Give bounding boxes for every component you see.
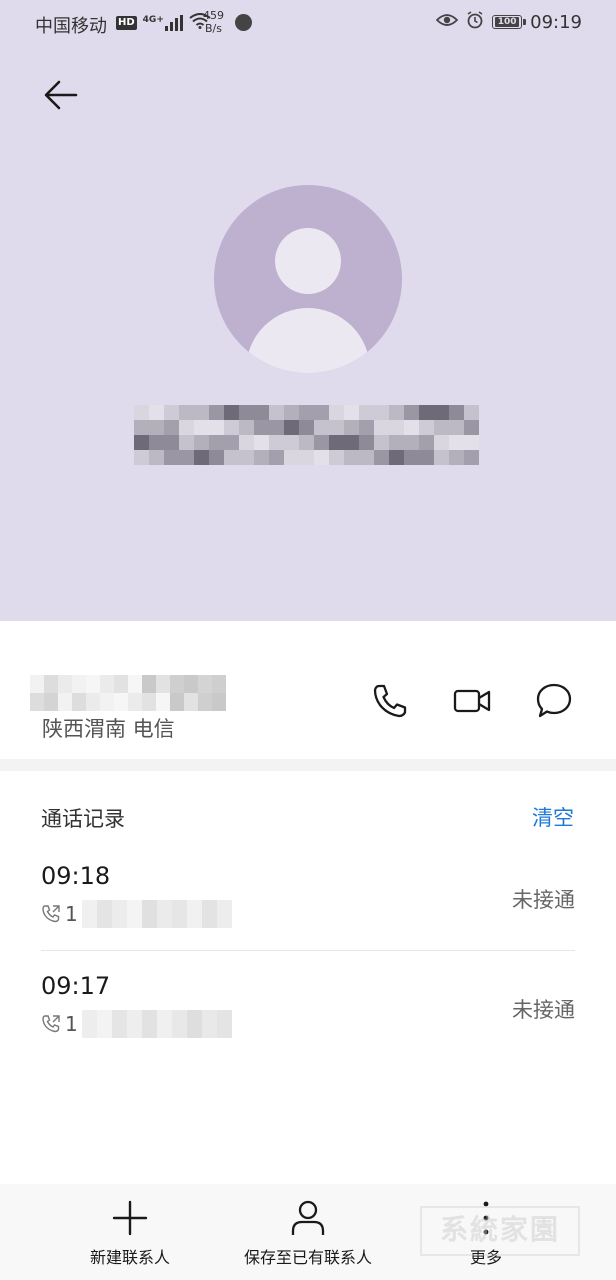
redacted-phone-number — [30, 675, 226, 711]
save-to-existing-label: 保存至已有联系人 — [243, 1248, 372, 1267]
arrow-left-icon — [44, 80, 78, 110]
number-prefix: 1 — [65, 1012, 78, 1036]
number-location: 陕西渭南 电信 — [42, 717, 175, 741]
hd-badge: HD — [116, 16, 137, 30]
network-indicators: HD 4G+ — [116, 13, 211, 33]
outgoing-call-icon — [42, 905, 60, 923]
number-prefix: 1 — [65, 902, 78, 926]
call-number-row: 1 — [41, 900, 232, 928]
call-time: 09:18 — [41, 862, 111, 890]
network-type: 4G+ — [142, 15, 164, 25]
avatar-body — [246, 308, 370, 373]
contact-avatar — [214, 185, 402, 373]
battery-icon: 100 — [492, 15, 527, 29]
call-status: 未接通 — [512, 888, 575, 912]
watermark-logo: 系統家園 — [420, 1206, 580, 1256]
phone-icon — [373, 684, 407, 718]
person-icon — [291, 1200, 325, 1235]
new-contact-button[interactable]: 新建联系人 — [68, 1184, 192, 1280]
chat-bubble-icon — [536, 683, 572, 718]
call-log-item[interactable]: 09:17 1 未接通 — [41, 972, 575, 1072]
phone-number-section: 陕西渭南 电信 — [0, 621, 616, 759]
new-contact-label: 新建联系人 — [89, 1248, 170, 1267]
back-button[interactable] — [38, 72, 84, 118]
status-bar: 中国移动 HD 4G+ 459 B/s 100 09:19 — [0, 0, 616, 46]
voice-assistant-icon — [235, 14, 252, 31]
message-button[interactable] — [534, 681, 574, 721]
clear-call-log-button[interactable]: 清空 — [532, 802, 574, 832]
call-time: 09:17 — [41, 972, 111, 1000]
redacted-contact-name — [134, 405, 480, 465]
video-camera-icon — [453, 689, 491, 713]
speed-unit: B/s — [205, 22, 222, 35]
save-to-existing-contact-button[interactable]: 保存至已有联系人 — [228, 1184, 388, 1280]
network-speed: 459 B/s — [203, 9, 224, 35]
outgoing-call-icon — [42, 1015, 60, 1033]
redacted-number — [81, 1010, 232, 1038]
carrier-name: 中国移动 — [35, 16, 107, 37]
call-button[interactable] — [370, 681, 410, 721]
call-status: 未接通 — [512, 998, 575, 1022]
plus-icon — [112, 1200, 148, 1236]
speed-value: 459 — [203, 9, 224, 22]
video-call-button[interactable] — [452, 681, 492, 721]
status-right: 100 09:19 — [435, 11, 582, 33]
list-divider — [41, 950, 575, 951]
call-log-item[interactable]: 09:18 1 未接通 — [41, 862, 575, 962]
call-number-row: 1 — [41, 1010, 232, 1038]
alarm-icon — [466, 11, 484, 33]
clock: 09:19 — [530, 11, 582, 33]
eye-comfort-icon — [435, 12, 459, 32]
call-log-title: 通话记录 — [41, 807, 125, 831]
redacted-number — [81, 900, 232, 928]
battery-level: 100 — [495, 17, 520, 27]
avatar-head — [275, 228, 341, 294]
signal-icon: 4G+ — [143, 15, 183, 31]
section-separator — [0, 759, 616, 771]
